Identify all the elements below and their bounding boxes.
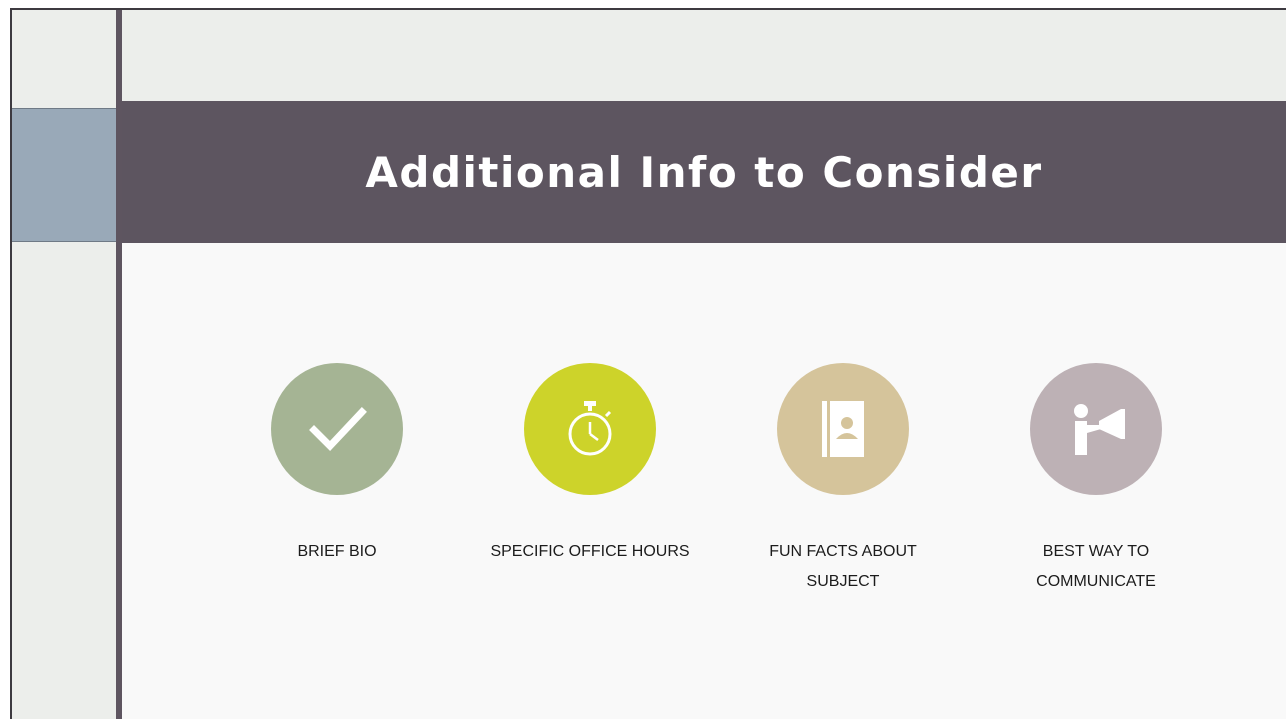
slide-title: Additional Info to Consider [365, 147, 1043, 197]
title-band: Additional Info to Consider [122, 101, 1286, 243]
stopwatch-icon [524, 363, 656, 495]
info-item-label: FUN FACTS ABOUT SUBJECT [769, 543, 917, 590]
left-accent-block [12, 108, 116, 242]
info-item-fun-facts: FUN FACTS ABOUT SUBJECT [743, 363, 943, 597]
info-item-label: SPECIFIC OFFICE HOURS [490, 543, 690, 560]
info-item-label: BRIEF BIO [297, 543, 377, 560]
info-item-brief-bio: BRIEF BIO [237, 363, 437, 567]
info-item-office-hours: SPECIFIC OFFICE HOURS [490, 363, 690, 567]
top-band [122, 10, 1286, 101]
info-item-label: BEST WAY TO COMMUNICATE [1036, 543, 1156, 590]
megaphone-person-icon [1030, 363, 1162, 495]
content-area: BRIEF BIO SPECIFIC OFFICE HOURS FUN FACT… [122, 243, 1286, 719]
checkmark-icon [271, 363, 403, 495]
slide: Additional Info to Consider BRIEF BIO SP… [10, 8, 1286, 719]
address-book-icon [777, 363, 909, 495]
info-item-communicate: BEST WAY TO COMMUNICATE [996, 363, 1196, 597]
